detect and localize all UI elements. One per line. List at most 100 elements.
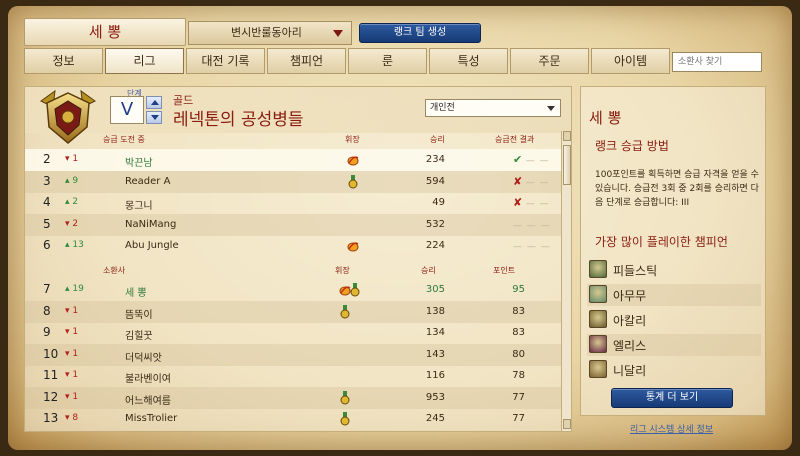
scroll-up-arrow-icon[interactable]	[563, 131, 571, 141]
league-points: 78	[512, 370, 525, 381]
tab-runes[interactable]: 룬	[348, 48, 427, 74]
champion-name: 아칼리	[613, 314, 647, 328]
badge-header: 휘장	[335, 266, 350, 275]
promotion-description: 100포인트를 획득하면 승급 자격을 얻을 수 있습니다. 승급전 3회 중 …	[595, 170, 759, 208]
promotion-series: ✔ — —	[513, 153, 550, 166]
scroll-thumb[interactable]	[563, 145, 571, 185]
champion-item[interactable]: 엘리스	[587, 334, 761, 356]
queue-type-value: 개인전	[430, 103, 455, 113]
promotion-series: — — —	[513, 239, 551, 252]
league-row[interactable]: 11 ▾ 1 불라벤이여 116 78	[25, 365, 561, 387]
champion-name: 엘리스	[613, 339, 647, 353]
rank-number: 8	[43, 303, 51, 318]
league-row[interactable]: 3 ▴ 9 Reader A 594 ✘ — —	[25, 170, 561, 193]
champion-portrait-icon	[589, 335, 607, 353]
wins-count: 953	[425, 391, 445, 403]
tab-league[interactable]: 리그	[105, 48, 184, 74]
wins-count: 134	[425, 327, 445, 338]
tab-match-history[interactable]: 대전 기록	[186, 48, 265, 74]
league-points: 95	[512, 284, 525, 295]
league-points: 77	[512, 413, 525, 424]
more-stats-button[interactable]: 통계 더 보기	[611, 388, 733, 408]
most-played-heading: 가장 많이 플레이한 챔피언	[595, 235, 728, 249]
summoner-name: 김힐꿋	[125, 331, 153, 342]
rank-trend: ▾ 1	[65, 305, 79, 316]
promo-series-header: 승급전 결과	[495, 135, 535, 144]
standings-scrollbar[interactable]	[561, 131, 571, 431]
rank-number: 11	[43, 368, 59, 382]
rank-trend: ▾ 1	[65, 327, 79, 337]
rank-number: 4	[43, 195, 51, 209]
hot-streak-flame-icon	[347, 156, 359, 166]
series-loss-icon: ✘	[513, 196, 526, 209]
series-pending-icon: —	[539, 156, 550, 166]
promotion-series: — — —	[513, 218, 551, 231]
tab-champions[interactable]: 챔피언	[267, 48, 346, 74]
league-row[interactable]: 4 ▴ 2 몽그니 49 ✘ — —	[25, 192, 561, 214]
series-loss-icon: ✘	[513, 174, 526, 188]
league-points: 77	[512, 391, 525, 403]
champion-portrait-icon	[589, 360, 607, 378]
rank-number: 12	[43, 389, 59, 404]
summoner-name: Abu Jungle	[125, 240, 179, 251]
wins-header: 승리	[421, 266, 436, 275]
league-row[interactable]: 8 ▾ 1 뜸뚝이 138 83	[25, 300, 561, 323]
league-row[interactable]: 5 ▾ 2 NaNiMang 532 — — —	[25, 213, 561, 236]
division-up-button[interactable]	[146, 96, 162, 109]
champion-name: 니달리	[613, 364, 647, 378]
side-summoner-name: 세 뽕	[589, 109, 622, 127]
rank-number: 13	[43, 411, 59, 425]
champion-item[interactable]: 아무무	[587, 284, 761, 306]
series-win-icon: ✔	[513, 153, 526, 166]
summoner-name: 박끈남	[125, 158, 153, 169]
veteran-medal-icon	[340, 390, 350, 404]
tab-spells[interactable]: 주문	[510, 48, 589, 74]
promotion-series: ✘ — —	[513, 175, 550, 188]
summoner-name: MissTrolier	[125, 413, 178, 424]
champion-portrait-icon	[589, 260, 607, 278]
league-row[interactable]: 13 ▾ 8 MissTrolier 245 77	[25, 408, 561, 430]
veteran-medal-icon	[340, 304, 350, 318]
rank-number: 3	[43, 173, 51, 188]
league-points: 83	[512, 305, 525, 317]
summoner-name: 더덕씨앗	[125, 352, 162, 364]
rank-trend: ▴ 13	[65, 240, 84, 250]
summoner-name: 세 뽕	[125, 288, 147, 299]
division-down-button[interactable]	[146, 111, 162, 124]
wins-count: 116	[425, 370, 445, 381]
tab-items[interactable]: 아이템	[591, 48, 670, 74]
champion-name: 피들스틱	[613, 264, 658, 278]
league-row[interactable]: 6 ▴ 13 Abu Jungle 224 — — —	[25, 235, 561, 257]
queue-type-dropdown[interactable]: 개인전	[425, 99, 561, 117]
league-row[interactable]: 10 ▾ 1 더덕씨앗 143 80	[25, 343, 561, 366]
league-row[interactable]: 9 ▾ 1 김힐꿋 134 83	[25, 322, 561, 344]
summoner-header: 소환사	[103, 266, 126, 275]
summoner-name: 불라벤이여	[125, 374, 171, 385]
summoner-search-input[interactable]	[672, 52, 762, 72]
summoner-name: NaNiMang	[125, 218, 177, 230]
rank-trend: ▾ 1	[65, 154, 79, 164]
rank-number: 2	[43, 152, 51, 166]
league-standings-panel: 단계 V 골드 레넥톤의 공성병들 개인전 승급 도전 중 휘장 승리 승급전 …	[24, 86, 572, 432]
champion-item[interactable]: 니달리	[587, 359, 761, 381]
scroll-down-arrow-icon[interactable]	[563, 419, 571, 429]
league-points: 80	[512, 348, 525, 360]
league-row[interactable]: 12 ▾ 1 어느해여름 953 77	[25, 386, 561, 409]
wins-count: 143	[425, 348, 445, 360]
champion-item[interactable]: 아칼리	[587, 309, 761, 331]
league-system-details-link[interactable]: 리그 시스템 상세 정보	[630, 422, 713, 435]
rank-trend: ▾ 1	[65, 370, 79, 380]
series-pending-icon: —	[539, 177, 550, 188]
create-ranked-team-button[interactable]: 랭크 팀 생성	[359, 23, 481, 43]
tab-masteries[interactable]: 특성	[429, 48, 508, 74]
league-row[interactable]: 7 ▴ 19 세 뽕 305 95	[25, 279, 561, 301]
champion-item[interactable]: 피들스틱	[587, 259, 761, 281]
league-points: 83	[512, 327, 525, 338]
wins-count: 49	[432, 197, 445, 208]
champion-portrait-icon	[589, 310, 607, 328]
league-row[interactable]: 2 ▾ 1 박끈남 234 ✔ — —	[25, 149, 561, 171]
tab-info[interactable]: 정보	[24, 48, 103, 74]
veteran-medal-icon	[350, 283, 360, 297]
wins-count: 305	[425, 284, 445, 295]
team-select-dropdown[interactable]: 변시반룰동아리	[188, 21, 352, 45]
